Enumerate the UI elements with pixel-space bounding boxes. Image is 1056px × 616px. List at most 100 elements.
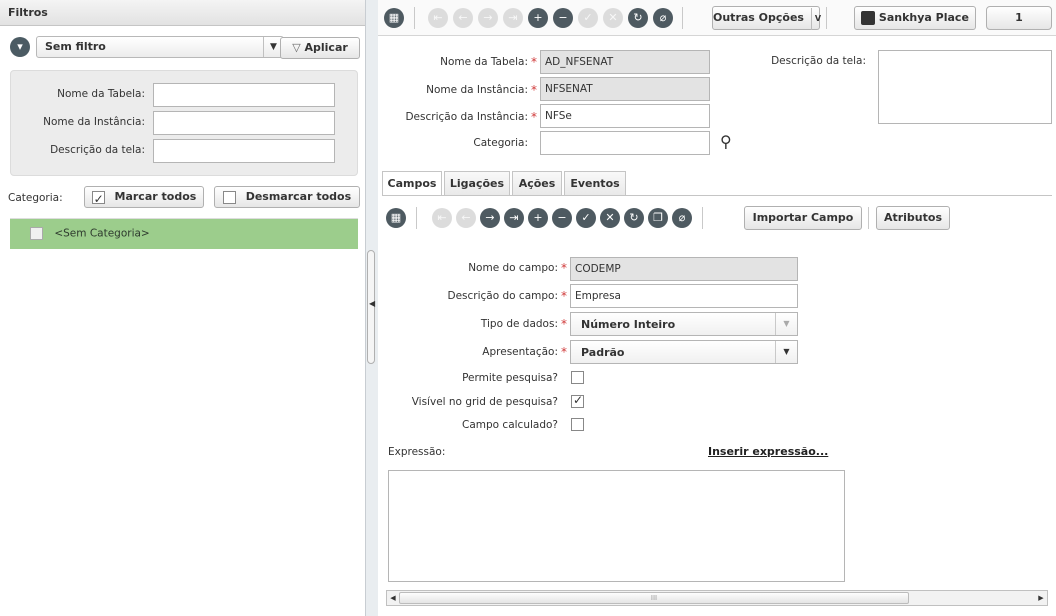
cancel-icon[interactable]: ✕ — [600, 208, 620, 228]
main-panel: ▦ ⇤ ← → ⇥ + − ✓ ✕ ↻ ⌀ Outras Opções V Sa… — [378, 0, 1056, 616]
add-icon[interactable]: + — [528, 8, 548, 28]
category-checkbox[interactable] — [30, 227, 43, 240]
screen-desc-textarea[interactable] — [878, 50, 1052, 124]
data-type-label: Tipo de dados: — [480, 318, 558, 330]
tab-campos[interactable]: Campos — [382, 171, 442, 196]
confirm-icon[interactable]: ✓ — [578, 8, 598, 28]
category-field-label: Categoria: — [473, 137, 528, 149]
first-icon[interactable]: ⇤ — [428, 8, 448, 28]
category-list: <Sem Categoria> — [10, 218, 358, 616]
checkbox-checked-icon — [91, 189, 105, 209]
chevron-down-icon: ▼ — [775, 341, 797, 363]
filter-screen-desc-input[interactable] — [153, 139, 335, 163]
tab-divider — [382, 195, 1052, 196]
attach-icon[interactable]: ⌀ — [672, 208, 692, 228]
table-name-input[interactable]: AD_NFSENAT — [540, 50, 710, 74]
filter-row: ▾ Sem filtro ▼ ▽ Aplicar — [10, 36, 360, 60]
required-mark: * — [531, 55, 537, 69]
panel-splitter[interactable]: ◀ — [367, 250, 375, 364]
toolbar-divider — [416, 207, 417, 229]
attach-icon[interactable]: ⌀ — [653, 8, 673, 28]
grid-icon[interactable]: ▦ — [386, 208, 406, 228]
filter-instance-name-input[interactable] — [153, 111, 335, 135]
filter-funnel-icon[interactable]: ▾ — [10, 37, 30, 57]
horizontal-scrollbar[interactable]: ◀ III ▶ — [386, 590, 1048, 606]
table-name-label: Nome da Tabela: — [440, 56, 528, 68]
cancel-icon[interactable]: ✕ — [603, 8, 623, 28]
apply-filter-button[interactable]: ▽ Aplicar — [280, 37, 360, 59]
scroll-left-icon[interactable]: ◀ — [387, 591, 399, 605]
list-item[interactable]: <Sem Categoria> — [10, 219, 358, 249]
field-name-input[interactable]: CODEMP — [570, 257, 798, 281]
checkbox-empty-icon — [222, 190, 236, 204]
refresh-icon[interactable]: ↻ — [628, 8, 648, 28]
scroll-right-icon[interactable]: ▶ — [1035, 591, 1047, 605]
next-icon[interactable]: → — [480, 208, 500, 228]
sankhya-place-button[interactable]: Sankhya Place — [854, 6, 976, 30]
filter-fields-box: Nome da Tabela: Nome da Instância: Descr… — [10, 70, 358, 176]
tab-eventos[interactable]: Eventos — [564, 171, 626, 195]
toolbar-divider — [826, 7, 827, 29]
other-options-button[interactable]: Outras Opções V — [712, 6, 821, 30]
refresh-icon[interactable]: ↻ — [624, 208, 644, 228]
add-icon[interactable]: + — [528, 208, 548, 228]
category-item-label: <Sem Categoria> — [54, 227, 150, 240]
expression-textarea[interactable] — [388, 470, 845, 582]
mark-all-button[interactable]: Marcar todos — [84, 186, 204, 209]
chevron-down-icon: ▼ — [775, 313, 797, 335]
presentation-label: Apresentação: — [482, 346, 558, 358]
apply-filter-label: Aplicar — [304, 41, 348, 54]
mark-all-label: Marcar todos — [114, 190, 197, 203]
required-mark: * — [561, 345, 567, 359]
tab-acoes[interactable]: Ações — [512, 171, 562, 195]
confirm-icon[interactable]: ✓ — [576, 208, 596, 228]
filter-table-name-input[interactable] — [153, 83, 335, 107]
next-icon[interactable]: → — [478, 8, 498, 28]
tab-ligacoes[interactable]: Ligações — [444, 171, 510, 195]
filter-select[interactable]: Sem filtro ▼ — [36, 36, 284, 58]
chevron-down-icon: V — [810, 8, 821, 30]
grid-icon[interactable]: ▦ — [384, 8, 404, 28]
field-desc-label: Descrição do campo: — [447, 290, 558, 302]
attributes-button[interactable]: Atributos — [876, 206, 950, 230]
category-input[interactable] — [540, 131, 710, 155]
required-mark: * — [531, 83, 537, 97]
allow-search-checkbox[interactable] — [571, 371, 584, 384]
field-name-label: Nome do campo: — [468, 262, 558, 274]
last-icon[interactable]: ⇥ — [504, 208, 524, 228]
field-desc-input[interactable]: Empresa — [570, 284, 798, 308]
first-icon[interactable]: ⇤ — [432, 208, 452, 228]
remove-icon[interactable]: − — [552, 208, 572, 228]
instance-desc-input[interactable]: NFSe — [540, 104, 710, 128]
insert-expression-link[interactable]: Inserir expressão... — [708, 445, 828, 458]
scroll-thumb[interactable]: III — [399, 592, 909, 604]
copy-icon[interactable]: ❐ — [648, 208, 668, 228]
last-icon[interactable]: ⇥ — [503, 8, 523, 28]
prev-icon[interactable]: ← — [456, 208, 476, 228]
presentation-select[interactable]: Padrão ▼ — [570, 340, 798, 364]
unmark-all-button[interactable]: Desmarcar todos — [214, 186, 360, 208]
search-icon[interactable]: ⚲ — [720, 132, 732, 151]
visible-grid-checkbox[interactable] — [571, 393, 584, 408]
filter-screen-desc-label: Descrição da tela: — [50, 144, 145, 156]
import-field-button[interactable]: Importar Campo — [744, 206, 862, 230]
calculated-field-label: Campo calculado? — [462, 419, 558, 431]
expression-label: Expressão: — [388, 446, 446, 458]
filter-table-name-label: Nome da Tabela: — [57, 88, 145, 100]
instance-name-input[interactable]: NFSENAT — [540, 77, 710, 101]
required-mark: * — [561, 289, 567, 303]
remove-icon[interactable]: − — [553, 8, 573, 28]
filters-panel: Filtros ▾ Sem filtro ▼ ▽ Aplicar Nome da… — [0, 0, 366, 616]
page-number-field[interactable]: 1 — [986, 6, 1052, 30]
required-mark: * — [561, 261, 567, 275]
filter-instance-name-label: Nome da Instância: — [43, 116, 145, 128]
data-type-select[interactable]: Número Inteiro ▼ — [570, 312, 798, 336]
data-type-value: Número Inteiro — [581, 318, 676, 331]
main-toolbar: ▦ ⇤ ← → ⇥ + − ✓ ✕ ↻ ⌀ Outras Opções V Sa… — [378, 0, 1056, 36]
screen-desc-label: Descrição da tela: — [771, 55, 866, 67]
prev-icon[interactable]: ← — [453, 8, 473, 28]
collapse-left-icon[interactable]: ◀ — [369, 299, 375, 308]
calculated-field-checkbox[interactable] — [571, 418, 584, 431]
filters-title: Filtros — [0, 0, 365, 26]
required-mark: * — [531, 110, 537, 124]
